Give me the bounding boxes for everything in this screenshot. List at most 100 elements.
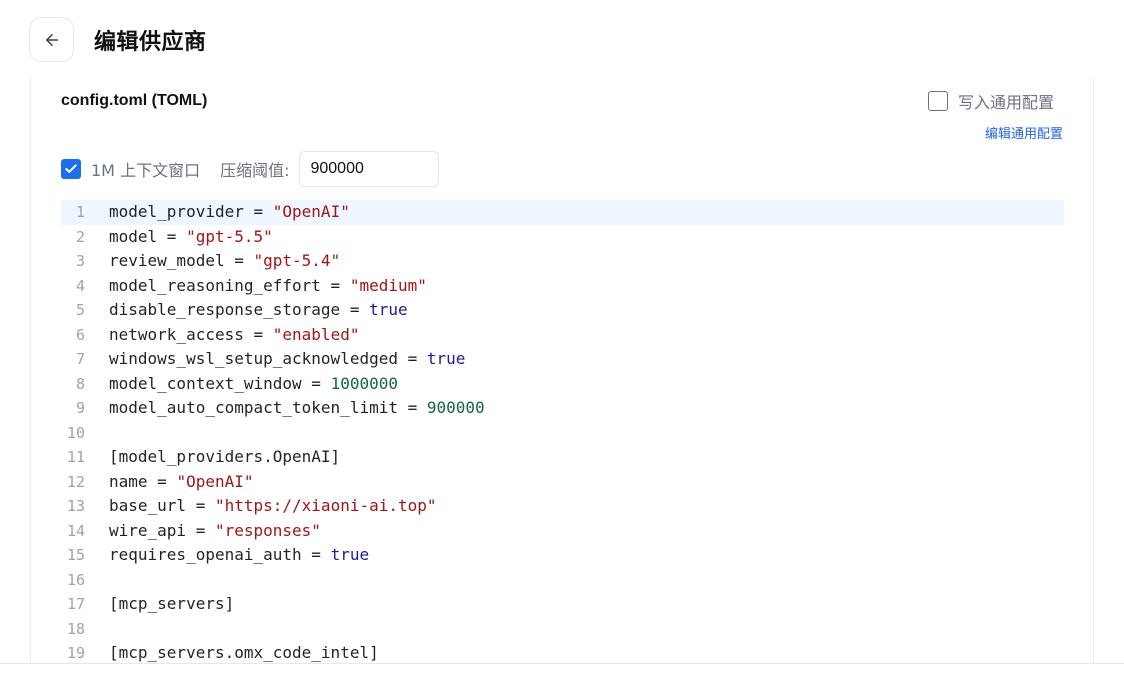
config-card: config.toml (TOML) 写入通用配置 编辑通用配置 1M 上下文窗… <box>30 78 1094 664</box>
code-line[interactable]: 15 requires_openai_auth = true <box>61 543 1064 568</box>
context-window-checkbox[interactable] <box>61 159 81 179</box>
code-line[interactable]: 12 name = "OpenAI" <box>61 470 1064 495</box>
write-common-config-toggle[interactable]: 写入通用配置 <box>928 89 1054 113</box>
code-token: [mcp_servers.omx_code_intel] <box>109 643 379 662</box>
code-text: model = "gpt-5.5" <box>109 225 273 250</box>
code-line[interactable]: 6 network_access = "enabled" <box>61 323 1064 348</box>
line-number: 8 <box>75 374 85 393</box>
code-token: "medium" <box>349 275 427 295</box>
code-token: windows_wsl_setup_acknowledged = <box>109 349 427 368</box>
back-button[interactable] <box>29 17 74 62</box>
code-token: true <box>426 349 466 368</box>
code-line[interactable]: 11 [model_providers.OpenAI] <box>61 445 1064 470</box>
threshold-input[interactable] <box>299 151 440 187</box>
code-token: "enabled" <box>272 324 360 344</box>
code-token: model_provider = <box>109 202 273 221</box>
code-token: [model_providers.OpenAI] <box>109 447 341 466</box>
code-text: model_provider = "OpenAI" <box>109 200 350 225</box>
code-line[interactable]: 16 <box>61 568 1064 593</box>
context-window-row: 1M 上下文窗口 压缩阈值: <box>61 151 440 187</box>
code-text: model_context_window = 1000000 <box>109 372 398 397</box>
code-token: "gpt-5.4" <box>253 251 341 270</box>
code-editor[interactable]: 1 model_provider = "OpenAI" 2 model = "gpt-… <box>61 200 1064 664</box>
code-line[interactable]: 18 <box>61 617 1064 642</box>
line-number: 2 <box>75 227 85 246</box>
line-number: 15 <box>66 546 85 564</box>
code-line[interactable]: 17 [mcp_servers] <box>61 592 1064 617</box>
code-text: network_access = "enabled" <box>109 323 359 348</box>
code-text: wire_api = "responses" <box>109 519 321 544</box>
code-text: review_model = "gpt-5.4" <box>109 249 340 274</box>
code-text: windows_wsl_setup_acknowledged = true <box>109 347 465 372</box>
code-line[interactable]: 7 windows_wsl_setup_acknowledged = true <box>61 347 1064 372</box>
context-window-label: 1M 上下文窗口 <box>91 161 201 180</box>
code-line[interactable]: 4 model_reasoning_effort = "medium" <box>61 274 1064 299</box>
code-line[interactable]: 9 model_auto_compact_token_limit = 900000 <box>61 396 1064 421</box>
code-token: model_auto_compact_token_limit = <box>109 398 427 417</box>
code-text: [mcp_servers.omx_code_intel] <box>109 641 379 664</box>
code-line[interactable]: 2 model = "gpt-5.5" <box>61 225 1064 250</box>
code-token: "OpenAI" <box>176 471 254 491</box>
code-line[interactable]: 13 base_url = "https://xiaoni-ai.top" <box>61 494 1064 519</box>
code-token: model = <box>109 226 187 246</box>
line-number: 18 <box>66 619 85 638</box>
code-text: [mcp_servers] <box>109 592 234 617</box>
code-token: "gpt-5.5" <box>186 226 273 246</box>
code-token: base_url = <box>109 496 215 515</box>
code-token: wire_api = <box>109 520 215 540</box>
code-text: [model_providers.OpenAI] <box>109 445 340 470</box>
checkmark-icon <box>65 164 77 173</box>
code-token: true <box>369 300 408 319</box>
code-text: requires_openai_auth = true <box>109 543 369 568</box>
code-token: "https://xiaoni-ai.top" <box>214 496 437 515</box>
code-text: name = "OpenAI" <box>109 470 254 495</box>
code-line[interactable]: 5 disable_response_storage = true <box>61 298 1064 323</box>
line-number: 3 <box>75 252 85 270</box>
code-line[interactable]: 8 model_context_window = 1000000 <box>61 372 1064 397</box>
code-token: review_model = <box>109 251 254 270</box>
line-number: 19 <box>66 644 85 662</box>
code-token: network_access = <box>109 324 273 344</box>
code-line[interactable]: 10 <box>61 421 1064 446</box>
edit-common-config-link[interactable]: 编辑通用配置 <box>985 123 1063 142</box>
code-token: requires_openai_auth = <box>109 545 331 564</box>
line-number: 5 <box>75 301 85 319</box>
page-title: 编辑供应商 <box>94 30 207 55</box>
code-line[interactable]: 1 model_provider = "OpenAI" <box>61 200 1064 225</box>
write-common-checkbox[interactable] <box>928 91 948 111</box>
code-text: model_reasoning_effort = "medium" <box>109 274 427 299</box>
code-text: disable_response_storage = true <box>109 298 408 323</box>
code-token: "OpenAI" <box>272 202 350 221</box>
code-line[interactable]: 19 [mcp_servers.omx_code_intel] <box>61 641 1064 664</box>
line-number: 12 <box>66 472 85 491</box>
code-token: model_reasoning_effort = <box>109 275 350 295</box>
code-text: base_url = "https://xiaoni-ai.top" <box>109 494 437 519</box>
code-line[interactable]: 3 review_model = "gpt-5.4" <box>61 249 1064 274</box>
line-number: 17 <box>66 595 85 613</box>
code-token: true <box>330 545 370 564</box>
config-file-title: config.toml (TOML) <box>61 92 208 109</box>
code-token: "responses" <box>214 520 321 540</box>
code-token: [mcp_servers] <box>109 594 235 613</box>
line-number: 13 <box>66 497 85 515</box>
page-header: 编辑供应商 <box>0 0 1124 78</box>
code-token: name = <box>109 471 177 491</box>
write-common-label: 写入通用配置 <box>958 93 1055 112</box>
line-number: 9 <box>75 399 85 417</box>
line-number: 16 <box>66 570 85 589</box>
line-number: 10 <box>66 423 85 442</box>
arrow-left-icon <box>45 33 58 46</box>
line-number: 6 <box>75 325 85 344</box>
code-token: 900000 <box>426 398 485 417</box>
line-number: 7 <box>75 350 85 368</box>
code-token: model_context_window = <box>109 373 331 393</box>
line-number: 14 <box>66 521 85 540</box>
line-number: 4 <box>75 276 85 295</box>
bottom-divider <box>0 663 1124 664</box>
line-number: 11 <box>66 448 85 466</box>
code-line[interactable]: 14 wire_api = "responses" <box>61 519 1064 544</box>
code-token: 1000000 <box>330 373 398 393</box>
line-number: 1 <box>75 203 85 221</box>
threshold-label: 压缩阈值: <box>220 161 290 180</box>
code-token: disable_response_storage = <box>109 300 370 319</box>
